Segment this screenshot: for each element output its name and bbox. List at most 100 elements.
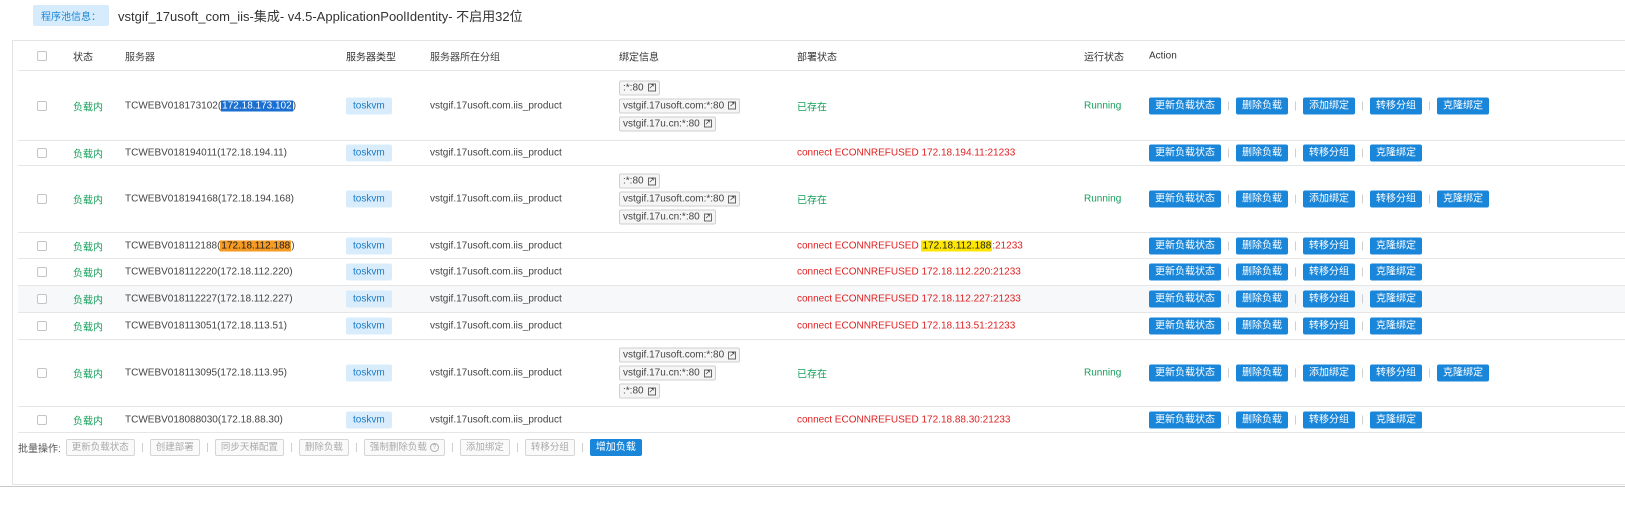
question-circle-icon[interactable]: ?	[429, 442, 439, 452]
action-button[interactable]: 克隆绑定	[1437, 97, 1489, 114]
external-link-icon[interactable]: ↗	[703, 213, 712, 221]
checkbox-box[interactable]	[37, 368, 47, 378]
row-checkbox[interactable]	[37, 294, 47, 304]
action-button[interactable]: 删除负载	[1236, 263, 1288, 281]
action-button[interactable]: 删除负载	[1236, 144, 1288, 162]
external-link-icon[interactable]: ↗	[728, 351, 737, 359]
batch-button[interactable]: 同步天梯配置	[214, 438, 284, 456]
binding-chip[interactable]: vstgif.17usoft.com:*:80 ↗	[619, 98, 741, 113]
select-all-checkbox[interactable]	[37, 50, 47, 61]
binding-chip[interactable]: :*:80 ↗	[619, 80, 660, 95]
binding-chip[interactable]: :*:80 ↗	[619, 173, 660, 189]
action-button[interactable]: 删除负载	[1236, 190, 1288, 208]
row-checkbox[interactable]	[37, 194, 47, 204]
batch-button[interactable]: 更新负载状态	[65, 438, 135, 456]
row-server: TCWEBV018112220(172.18.112.220)	[125, 266, 293, 278]
row-checkbox[interactable]	[37, 368, 47, 378]
action-button[interactable]: 克隆绑定	[1370, 317, 1422, 335]
action-button[interactable]: 转移分组	[1303, 263, 1355, 281]
action-button[interactable]: 删除负载	[1236, 411, 1288, 428]
binding-chip[interactable]: vstgif.17u.cn:*:80 ↗	[619, 365, 716, 381]
row-checkbox[interactable]	[37, 414, 47, 425]
action-button[interactable]: 更新负载状态	[1149, 290, 1221, 308]
action-button[interactable]: 删除负载	[1236, 97, 1288, 114]
action-button[interactable]: 更新负载状态	[1149, 364, 1221, 382]
external-link-icon[interactable]: ↗	[703, 119, 712, 128]
action-button[interactable]: 克隆绑定	[1437, 190, 1489, 208]
checkbox-box[interactable]	[37, 148, 47, 158]
binding-chip[interactable]: vstgif.17usoft.com:*:80 ↗	[619, 191, 741, 207]
batch-button[interactable]: 删除负载	[298, 438, 349, 456]
add-load-button[interactable]: 增加负载	[589, 438, 642, 456]
binding-text: :*:80	[623, 175, 644, 187]
action-button[interactable]: 删除负载	[1236, 237, 1288, 254]
external-link-icon[interactable]: ↗	[647, 83, 656, 92]
checkbox-box[interactable]	[37, 414, 47, 425]
action-button[interactable]: 删除负载	[1236, 290, 1288, 308]
action-button[interactable]: 更新负载状态	[1149, 237, 1221, 254]
action-button[interactable]: 转移分组	[1303, 411, 1355, 428]
action-button[interactable]: 克隆绑定	[1370, 411, 1422, 428]
binding-chip[interactable]: vstgif.17u.cn:*:80 ↗	[619, 209, 716, 225]
checkbox-box[interactable]	[37, 321, 47, 331]
table-row: 负载内 TCWEBV018113051(172.18.113.51) toskvm v…	[18, 313, 1625, 340]
checkbox-box[interactable]	[37, 294, 47, 304]
action-button[interactable]: 更新负载状态	[1149, 317, 1221, 335]
action-button[interactable]: 删除负载	[1236, 317, 1288, 335]
row-status: 负载内	[73, 369, 103, 381]
action-button[interactable]: 更新负载状态	[1149, 190, 1221, 208]
action-button[interactable]: 转移分组	[1303, 290, 1355, 308]
batch-button[interactable]: 添加绑定	[459, 438, 510, 456]
action-button[interactable]: 添加绑定	[1303, 364, 1355, 382]
action-button[interactable]: 更新负载状态	[1149, 411, 1221, 428]
batch-separator	[355, 442, 357, 452]
action-button[interactable]: 克隆绑定	[1370, 263, 1422, 281]
action-button[interactable]: 克隆绑定	[1370, 144, 1422, 162]
binding-chip[interactable]: vstgif.17usoft.com:*:80 ↗	[619, 347, 741, 363]
batch-button[interactable]: 创建部署	[149, 438, 200, 456]
server-type-tag: toskvm	[346, 190, 392, 208]
row-checkbox[interactable]	[37, 240, 47, 251]
external-link-icon[interactable]: ↗	[647, 387, 656, 395]
checkbox-box[interactable]	[37, 100, 47, 111]
action-button[interactable]: 添加绑定	[1303, 190, 1355, 208]
server-type-tag: toskvm	[346, 237, 392, 254]
checkbox-box[interactable]	[37, 240, 47, 251]
action-button[interactable]: 克隆绑定	[1437, 364, 1489, 382]
action-button[interactable]: 克隆绑定	[1370, 237, 1422, 254]
batch-button[interactable]: 转移分组	[524, 438, 575, 456]
action-button[interactable]: 添加绑定	[1303, 97, 1355, 114]
checkbox-box[interactable]	[37, 267, 47, 277]
action-separator	[1295, 148, 1296, 158]
binding-chip[interactable]: vstgif.17u.cn:*:80 ↗	[619, 116, 716, 131]
row-checkbox[interactable]	[37, 267, 47, 277]
deploy-suffix: :21233	[992, 240, 1023, 251]
external-link-icon[interactable]: ↗	[728, 101, 737, 110]
action-button[interactable]: 转移分组	[1370, 190, 1422, 208]
action-button[interactable]: 更新负载状态	[1149, 97, 1221, 114]
table-row: 负载内 TCWEBV018112227(172.18.112.227) toskvm…	[18, 286, 1625, 313]
external-link-icon[interactable]: ↗	[703, 369, 712, 377]
external-link-icon[interactable]: ↗	[728, 195, 737, 203]
action-button[interactable]: 转移分组	[1303, 317, 1355, 335]
action-button[interactable]: 转移分组	[1303, 237, 1355, 254]
checkbox-box[interactable]	[37, 194, 47, 204]
action-button[interactable]: 删除负载	[1236, 364, 1288, 382]
server-type-tag: toskvm	[346, 290, 392, 308]
external-link-icon[interactable]: ↗	[647, 177, 656, 185]
action-separator	[1429, 368, 1430, 378]
row-checkbox[interactable]	[37, 321, 47, 331]
action-button[interactable]: 更新负载状态	[1149, 263, 1221, 281]
action-separator	[1295, 194, 1296, 204]
header-server-group: 服务器所在分组	[430, 52, 500, 63]
binding-chip[interactable]: :*:80 ↗	[619, 383, 660, 399]
row-checkbox[interactable]	[37, 148, 47, 158]
row-checkbox[interactable]	[37, 100, 47, 111]
action-separator	[1429, 101, 1430, 110]
action-button[interactable]: 转移分组	[1303, 144, 1355, 162]
action-button[interactable]: 克隆绑定	[1370, 290, 1422, 308]
batch-button[interactable]: 强制删除负载?	[363, 438, 445, 456]
action-button[interactable]: 转移分组	[1370, 97, 1422, 114]
action-button[interactable]: 更新负载状态	[1149, 144, 1221, 162]
action-button[interactable]: 转移分组	[1370, 364, 1422, 382]
